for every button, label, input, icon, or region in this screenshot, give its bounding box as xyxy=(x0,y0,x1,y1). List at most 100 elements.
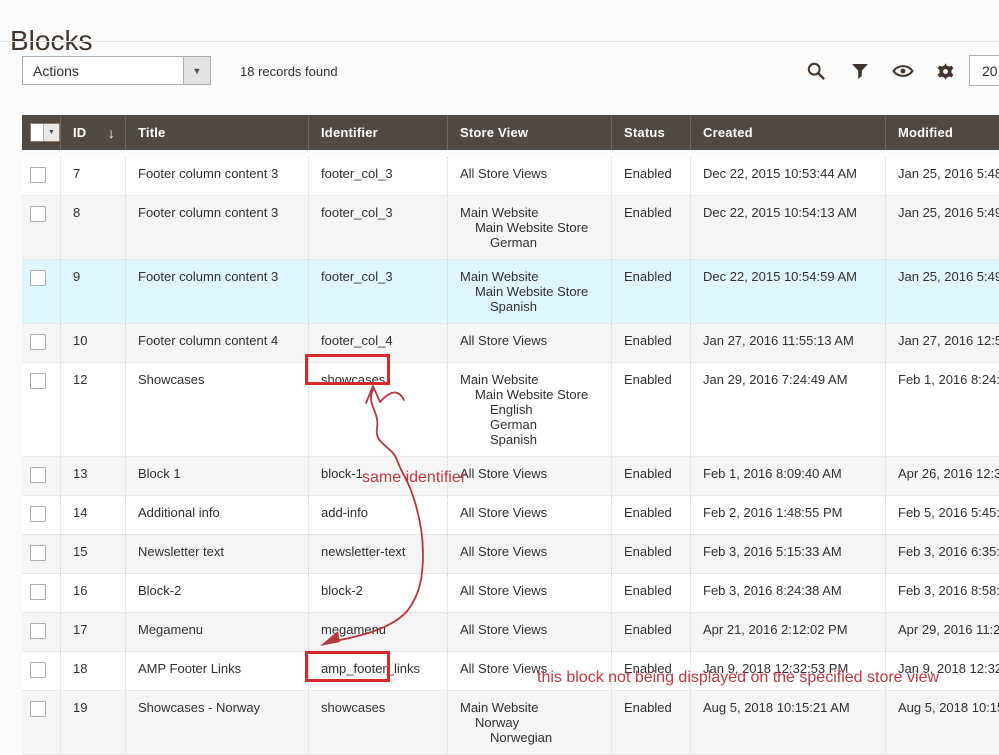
store-view-line: All Store Views xyxy=(460,583,605,598)
row-checkbox[interactable] xyxy=(30,701,46,717)
cell-identifier: block-1 xyxy=(308,457,447,495)
row-checkbox[interactable] xyxy=(30,467,46,483)
cell-modified: Apr 29, 2016 11:20:02 xyxy=(885,613,999,651)
table-row[interactable]: 12ShowcasesshowcasesMain WebsiteMain Web… xyxy=(22,363,999,457)
identifier-value: amp_footer_links xyxy=(321,661,420,676)
cell-id: 10 xyxy=(60,324,125,362)
identifier-value: footer_col_4 xyxy=(321,333,393,348)
cell-modified: Apr 26, 2016 12:32:57 xyxy=(885,457,999,495)
header-cell-store-view[interactable]: Store View xyxy=(447,115,611,150)
cell-identifier: footer_col_3 xyxy=(308,157,447,195)
grid-header-row: ▼ ID ↓ Title Identifier Store View Statu… xyxy=(22,115,999,150)
header-cell-title[interactable]: Title xyxy=(125,115,308,150)
row-checkbox[interactable] xyxy=(30,584,46,600)
store-view-line: All Store Views xyxy=(460,544,605,559)
table-row[interactable]: 16Block-2block-2All Store ViewsEnabledFe… xyxy=(22,574,999,613)
store-view-line: Spanish xyxy=(460,299,605,314)
identifier-value-highlighted: showcases xyxy=(321,700,385,715)
cell-identifier: showcases xyxy=(308,363,447,456)
per-page-input[interactable]: 20 xyxy=(969,55,999,86)
actions-dropdown-label: Actions xyxy=(23,57,183,84)
blocks-grid-page: { "page": { "title": "Blocks" }, "toolba… xyxy=(0,0,999,702)
cell-identifier: block-2 xyxy=(308,574,447,612)
cell-store-view: Main WebsiteNorwayNorwegian xyxy=(447,691,611,754)
cell-modified: Feb 3, 2016 8:58:39 A xyxy=(885,574,999,612)
cell-checkbox xyxy=(22,457,60,495)
cell-checkbox xyxy=(22,535,60,573)
table-row[interactable]: 9Footer column content 3footer_col_3Main… xyxy=(22,260,999,324)
cell-title: Showcases - Norway xyxy=(125,691,308,754)
blocks-grid: ▼ ID ↓ Title Identifier Store View Statu… xyxy=(22,115,999,755)
actions-dropdown[interactable]: Actions ▼ xyxy=(22,56,211,85)
cell-store-view: All Store Views xyxy=(447,157,611,195)
cell-identifier: footer_col_3 xyxy=(308,196,447,259)
cell-created: Dec 22, 2015 10:54:59 AM xyxy=(690,260,885,323)
cell-id: 14 xyxy=(60,496,125,534)
select-all-checkbox[interactable]: ▼ xyxy=(30,123,60,142)
cell-status: Enabled xyxy=(611,496,690,534)
table-row[interactable]: 15Newsletter textnewsletter-textAll Stor… xyxy=(22,535,999,574)
cell-id: 13 xyxy=(60,457,125,495)
store-view-line: All Store Views xyxy=(460,333,605,348)
chevron-down-icon: ▼ xyxy=(183,57,210,84)
cell-checkbox xyxy=(22,157,60,195)
row-checkbox[interactable] xyxy=(30,506,46,522)
records-count: 18 records found xyxy=(240,64,338,79)
cell-id: 16 xyxy=(60,574,125,612)
table-row[interactable]: 13Block 1block-1All Store ViewsEnabledFe… xyxy=(22,457,999,496)
row-checkbox[interactable] xyxy=(30,206,46,222)
store-view-line: Main Website Store xyxy=(460,220,605,235)
table-row[interactable]: 17MegamenumegamenuAll Store ViewsEnabled… xyxy=(22,613,999,652)
store-view-line: Main Website xyxy=(460,205,605,220)
cell-created: Dec 22, 2015 10:53:44 AM xyxy=(690,157,885,195)
cell-created: Jan 27, 2016 11:55:13 AM xyxy=(690,324,885,362)
store-view-line: Spanish xyxy=(460,432,605,447)
row-checkbox[interactable] xyxy=(30,270,46,286)
header-cell-created[interactable]: Created xyxy=(690,115,885,150)
table-row[interactable]: 18AMP Footer Linksamp_footer_linksAll St… xyxy=(22,652,999,691)
table-row[interactable]: 19Showcases - NorwayshowcasesMain Websit… xyxy=(22,691,999,755)
row-checkbox[interactable] xyxy=(30,623,46,639)
table-row[interactable]: 8Footer column content 3footer_col_3Main… xyxy=(22,196,999,260)
header-cell-modified[interactable]: Modified xyxy=(885,115,999,150)
cell-checkbox xyxy=(22,496,60,534)
row-checkbox[interactable] xyxy=(30,373,46,389)
cell-store-view: All Store Views xyxy=(447,652,611,690)
table-row[interactable]: 7Footer column content 3footer_col_3All … xyxy=(22,157,999,196)
row-checkbox[interactable] xyxy=(30,545,46,561)
cell-store-view: All Store Views xyxy=(447,574,611,612)
cell-checkbox xyxy=(22,196,60,259)
store-view-line: Main Website xyxy=(460,700,605,715)
header-cell-identifier[interactable]: Identifier xyxy=(308,115,447,150)
sort-descending-icon: ↓ xyxy=(108,125,115,141)
table-row[interactable]: 10Footer column content 4footer_col_4All… xyxy=(22,324,999,363)
cell-title: Footer column content 3 xyxy=(125,260,308,323)
cell-title: Newsletter text xyxy=(125,535,308,573)
cell-identifier: footer_col_3 xyxy=(308,260,447,323)
cell-modified: Jan 25, 2016 5:48:16 A xyxy=(885,157,999,195)
cell-status: Enabled xyxy=(611,157,690,195)
cell-identifier: footer_col_4 xyxy=(308,324,447,362)
header-cell-status[interactable]: Status xyxy=(611,115,690,150)
store-view-line: Norway xyxy=(460,715,605,730)
identifier-value: footer_col_3 xyxy=(321,205,393,220)
table-row[interactable]: 14Additional infoadd-infoAll Store Views… xyxy=(22,496,999,535)
row-checkbox[interactable] xyxy=(30,167,46,183)
header-cell-id[interactable]: ID ↓ xyxy=(60,115,125,150)
row-checkbox[interactable] xyxy=(30,662,46,678)
cell-created: Jan 9, 2018 12:32:53 PM xyxy=(690,652,885,690)
store-view-line: Main Website xyxy=(460,269,605,284)
store-view-line: All Store Views xyxy=(460,622,605,637)
title-divider xyxy=(0,41,999,42)
cell-status: Enabled xyxy=(611,535,690,573)
cell-modified: Jan 25, 2016 5:49:51 A xyxy=(885,260,999,323)
cell-store-view: Main WebsiteMain Website StoreEnglishGer… xyxy=(447,363,611,456)
grid-toolbar: Actions ▼ 18 records found 20 xyxy=(22,54,999,88)
search-icon[interactable] xyxy=(802,57,830,85)
eye-icon[interactable] xyxy=(889,57,917,85)
filter-icon[interactable] xyxy=(846,57,874,85)
grid-body: 7Footer column content 3footer_col_3All … xyxy=(22,157,999,755)
gear-icon[interactable] xyxy=(931,57,959,85)
row-checkbox[interactable] xyxy=(30,334,46,350)
store-view-line: All Store Views xyxy=(460,466,605,481)
